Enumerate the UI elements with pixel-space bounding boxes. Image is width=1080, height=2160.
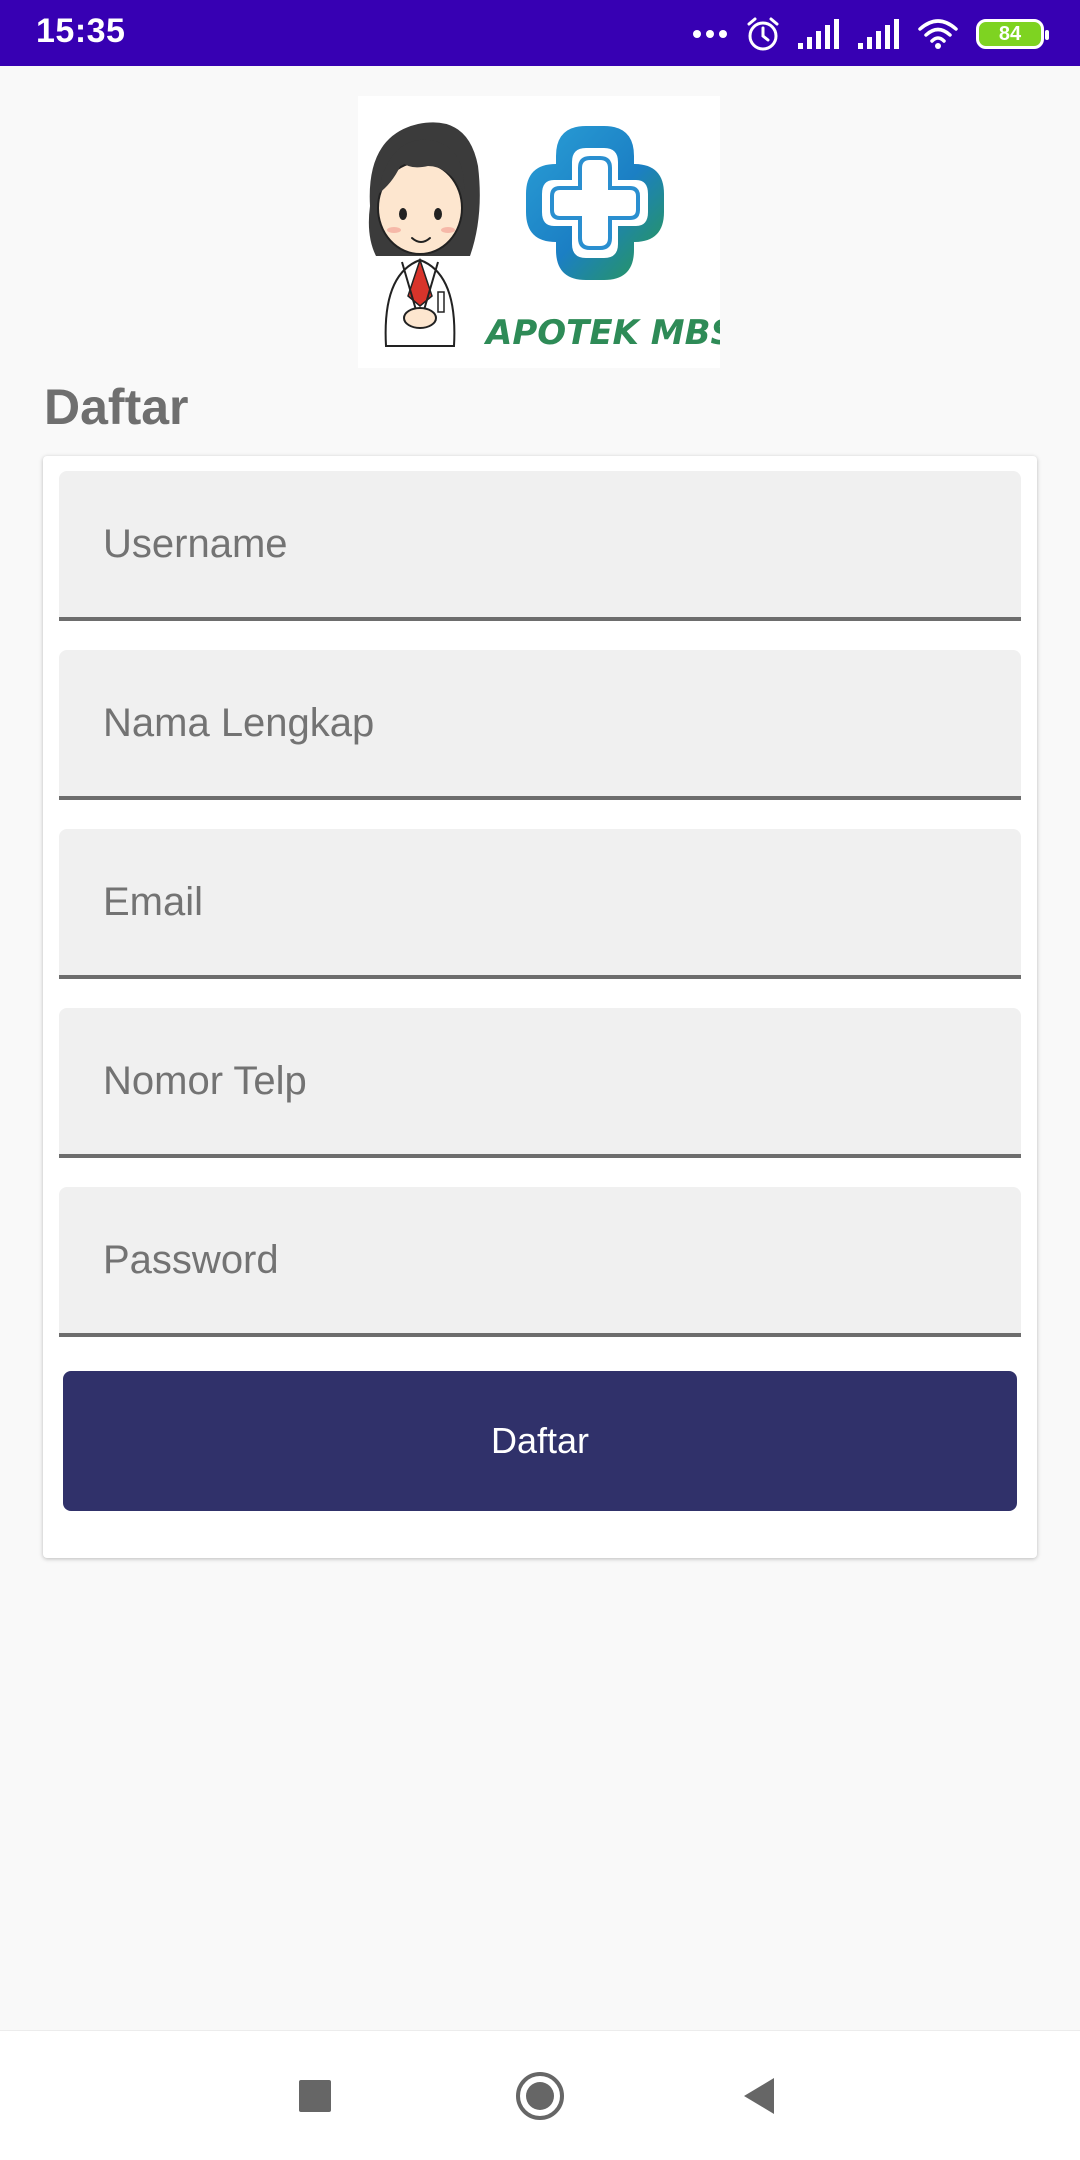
password-field[interactable] [59, 1187, 1021, 1337]
username-field[interactable] [59, 471, 1021, 621]
username-input[interactable] [59, 471, 1021, 617]
pharmacy-cross-logo [526, 126, 664, 280]
full-name-field[interactable] [59, 650, 1021, 800]
status-icons: 84 [692, 14, 1049, 54]
recents-square-icon[interactable] [280, 2061, 350, 2131]
home-circle-icon[interactable] [505, 2061, 575, 2131]
status-time: 15:35 [36, 12, 126, 50]
battery-icon: 84 [976, 19, 1049, 49]
page-title: Daftar [44, 379, 189, 435]
more-dots-icon [692, 29, 728, 39]
pharmacist-illustration [368, 122, 480, 347]
full-name-input[interactable] [59, 650, 1021, 796]
phone-field[interactable] [59, 1008, 1021, 1158]
email-field[interactable] [59, 829, 1021, 979]
email-input[interactable] [59, 829, 1021, 975]
register-button[interactable]: Daftar [63, 1371, 1017, 1511]
phone-input[interactable] [59, 1008, 1021, 1154]
alarm-icon [746, 16, 780, 52]
status-bar: 15:35 84 [0, 0, 1080, 66]
signal-icon [858, 19, 900, 49]
register-form-card: Daftar [43, 456, 1037, 1558]
apotek-logo: APOTEK MBS [358, 96, 735, 368]
password-input[interactable] [59, 1187, 1021, 1333]
logo-brand-text: APOTEK MBS [483, 313, 720, 353]
navigation-bar [0, 2030, 1080, 2160]
signal-icon [798, 19, 840, 49]
wifi-icon [918, 19, 958, 49]
battery-level: 84 [998, 23, 1022, 45]
back-triangle-icon[interactable] [725, 2061, 795, 2131]
